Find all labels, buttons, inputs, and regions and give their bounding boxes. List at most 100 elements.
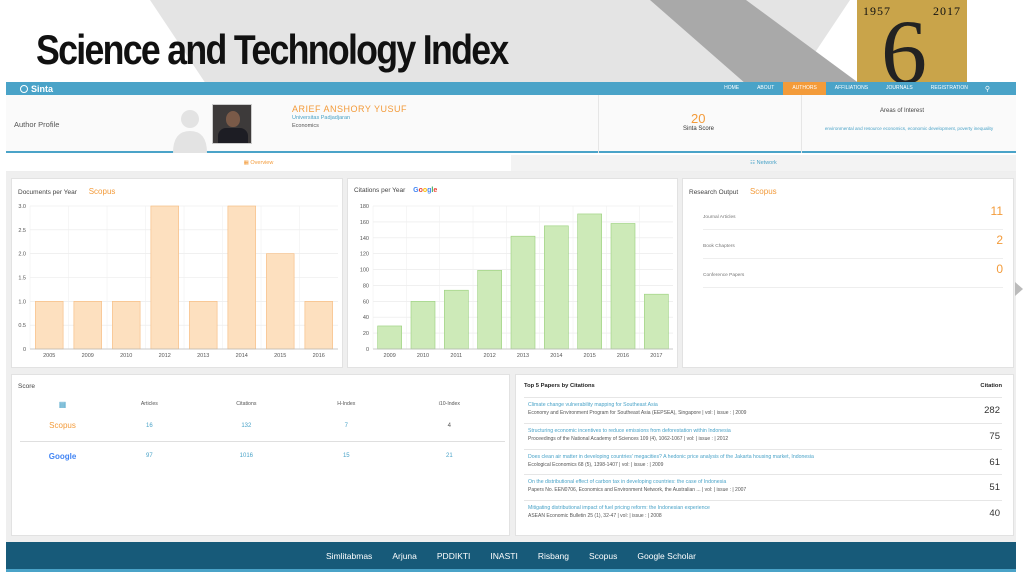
sinta-score-label: Sinta Score — [683, 126, 715, 132]
articles-header: Articles — [140, 401, 158, 407]
paper-citations: 51 — [989, 482, 1000, 493]
tab-network-label: Network — [756, 160, 777, 166]
chart-bar[interactable] — [112, 301, 141, 350]
x-tick-label: 2013 — [517, 353, 529, 359]
author-name[interactable]: ARIEF ANSHORY YUSUF — [292, 104, 407, 114]
x-tick-label: 2012 — [159, 353, 171, 359]
footer-link-inasti[interactable]: INASTI — [490, 551, 517, 561]
paper-title-link[interactable]: Climate change vulnerability mapping for… — [528, 402, 658, 408]
chart-bar[interactable] — [150, 205, 179, 350]
nav-item-registration[interactable]: REGISTRATION — [922, 82, 977, 95]
top-papers-title: Top 5 Papers by Citations — [524, 383, 595, 389]
x-tick-label: 2009 — [384, 353, 396, 359]
conference-papers-value: 0 — [996, 262, 1003, 276]
chart-bar[interactable] — [644, 293, 669, 350]
y-tick-label: 1.5 — [18, 276, 26, 282]
journal-articles-value: 11 — [990, 204, 1003, 218]
interest-title: Areas of Interest — [880, 108, 925, 114]
top-papers-card: Top 5 Papers by Citations Citation Clima… — [515, 374, 1014, 536]
google-i10-index: 21 — [393, 440, 505, 471]
chart-bar[interactable] — [35, 301, 64, 350]
nav-item-authors[interactable]: AUTHORS — [783, 82, 826, 95]
footer-link-scopus[interactable]: Scopus — [589, 551, 617, 561]
chart-bar[interactable] — [610, 223, 636, 350]
sinta-logo-icon — [20, 84, 28, 93]
anniversary-year-end: 2017 — [933, 4, 961, 18]
google-citations: 1016 — [193, 440, 299, 471]
chart-bar[interactable] — [410, 301, 436, 350]
sinta-score-block: 20 Sinta Score — [598, 95, 802, 153]
chart-bar[interactable] — [73, 301, 102, 350]
y-tick-label: 80 — [363, 283, 369, 289]
nav-item-affiliations[interactable]: AFFILIATIONS — [826, 82, 877, 95]
chart-bar[interactable] — [377, 325, 402, 350]
paper-source: Proceedings of the National Academy of S… — [528, 436, 729, 442]
table-row: Scopus 16 132 7 4 — [20, 411, 505, 441]
paper-citations: 61 — [989, 457, 1000, 468]
citations-header: Citations — [236, 401, 257, 407]
network-icon: ☷ — [750, 160, 756, 166]
chart-bar[interactable] — [227, 205, 256, 350]
paper-row: Climate change vulnerability mapping for… — [524, 397, 1002, 422]
book-chapters-label: Book Chapters — [703, 244, 735, 249]
profile-tabs: ▦ Overview ☷ Network — [6, 155, 1016, 172]
table-row: Google 97 1016 15 21 — [20, 440, 505, 471]
silhouette-icon — [173, 110, 207, 153]
y-tick-label: 0.5 — [18, 323, 26, 329]
footer-links: Simlitabmas Arjuna PDDIKTI INASTI Risban… — [6, 542, 1016, 569]
paper-title-link[interactable]: Structuring economic incentives to reduc… — [528, 428, 731, 434]
y-tick-label: 2.0 — [18, 252, 26, 258]
footer-link-simlitabmas[interactable]: Simlitabmas — [326, 551, 372, 561]
paper-source: Papers No. EEN0706, Economics and Enviro… — [528, 487, 747, 493]
y-tick-label: 180 — [360, 204, 369, 210]
paper-row: Does clean air matter in developing coun… — [524, 449, 1002, 474]
x-tick-label: 2009 — [82, 353, 94, 359]
tab-network[interactable]: ☷ Network — [511, 155, 1016, 172]
conference-papers-label: Conference Papers — [703, 273, 745, 278]
search-icon[interactable]: ⚲ — [977, 85, 998, 93]
y-tick-label: 3.0 — [18, 204, 26, 210]
next-slide-arrow-icon[interactable] — [1015, 282, 1023, 296]
scopus-h-index: 7 — [344, 422, 348, 429]
paper-title-link[interactable]: Mitigating distributional impact of fuel… — [528, 505, 710, 511]
interest-list[interactable]: environmental and resource economics, ec… — [824, 124, 994, 133]
x-tick-label: 2010 — [120, 353, 132, 359]
chart-bar[interactable] — [510, 235, 536, 350]
chart-bar[interactable] — [266, 253, 295, 350]
footer-link-pddikti[interactable]: PDDIKTI — [437, 551, 471, 561]
anniversary-logo: 1957 2017 6 — [857, 0, 967, 84]
paper-row: Mitigating distributional impact of fuel… — [524, 500, 1002, 525]
nav-item-about[interactable]: ABOUT — [748, 82, 783, 95]
research-output-title-text: Research Output — [689, 189, 739, 196]
y-tick-label: 60 — [363, 299, 369, 305]
chart-bar[interactable] — [544, 225, 569, 350]
sinta-logo[interactable]: Sinta — [20, 84, 53, 94]
chart-bar[interactable] — [189, 301, 218, 350]
x-tick-label: 2015 — [584, 353, 596, 359]
author-university[interactable]: Universitas Padjadjaran — [292, 115, 350, 121]
paper-row: On the distributional effect of carbon t… — [524, 474, 1002, 499]
footer-link-google-scholar[interactable]: Google Scholar — [637, 551, 696, 561]
paper-citations: 282 — [984, 405, 1000, 416]
tab-overview[interactable]: ▦ Overview — [6, 155, 511, 172]
scopus-citations: 132 — [241, 422, 252, 429]
chart-bar[interactable] — [577, 213, 602, 350]
chart-bar[interactable] — [304, 301, 333, 350]
sinta-logo-text: Sinta — [31, 83, 54, 94]
chart-bar[interactable] — [444, 289, 469, 350]
research-output-card: Research Output Scopus Journal Articles … — [682, 178, 1014, 368]
chart-bar[interactable] — [477, 270, 502, 350]
nav-item-home[interactable]: HOME — [715, 82, 748, 95]
x-tick-label: 2010 — [417, 353, 429, 359]
scopus-logo: Scopus — [749, 187, 777, 196]
nav-item-journals[interactable]: JOURNALS — [877, 82, 922, 95]
nav-menu: HOME ABOUT AUTHORS AFFILIATIONS JOURNALS… — [715, 82, 998, 95]
paper-title-link[interactable]: Does clean air matter in developing coun… — [528, 454, 814, 460]
footer-link-arjuna[interactable]: Arjuna — [392, 551, 417, 561]
score-card: Score ▦ Articles Citations H-Index i10-I… — [11, 374, 510, 536]
top-papers-header: Top 5 Papers by Citations Citation — [524, 383, 1002, 389]
x-tick-label: 2014 — [236, 353, 248, 359]
footer-link-risbang[interactable]: Risbang — [538, 551, 569, 561]
paper-title-link[interactable]: On the distributional effect of carbon t… — [528, 479, 726, 485]
scopus-i10-index: 4 — [447, 422, 452, 429]
